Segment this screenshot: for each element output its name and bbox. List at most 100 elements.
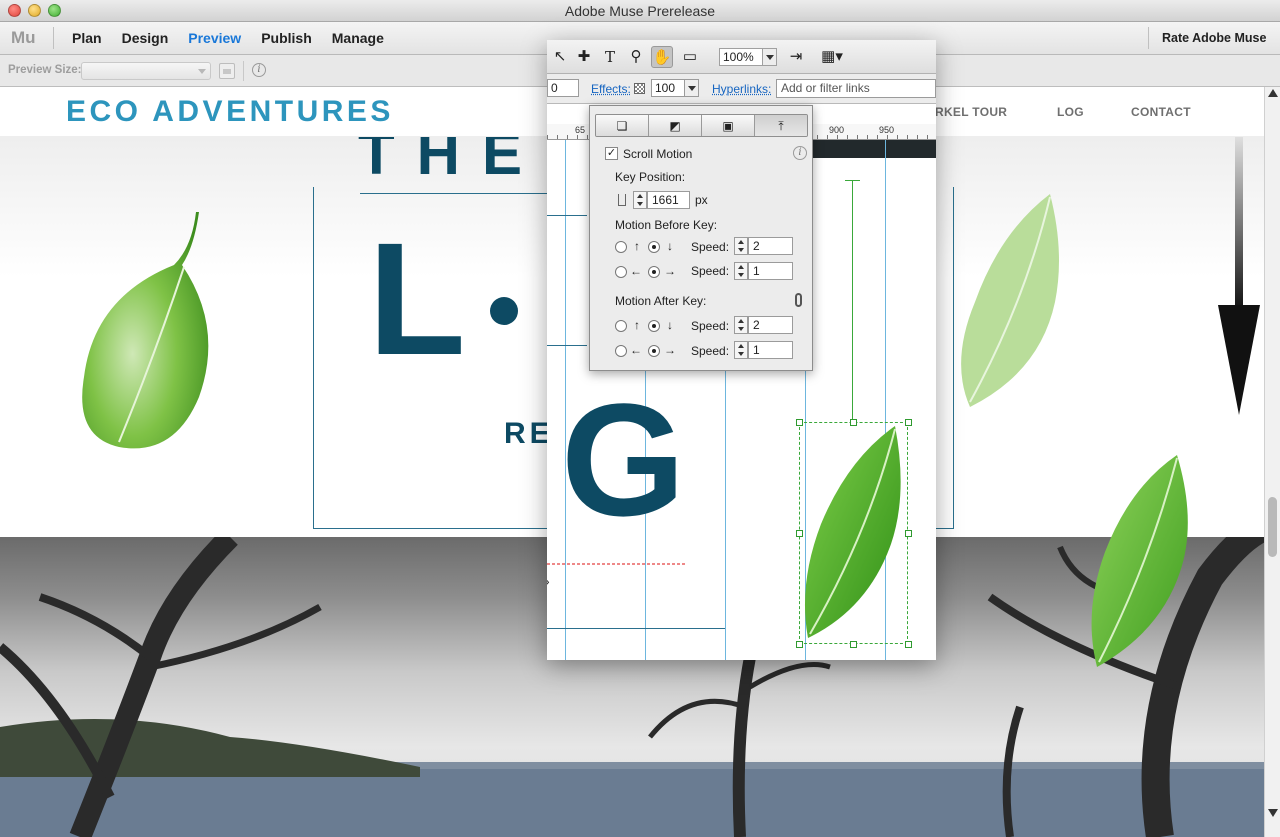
- site-nav-log[interactable]: LOG: [1057, 105, 1084, 119]
- ruler-tick: 950: [879, 125, 895, 135]
- site-nav-tour[interactable]: RKEL TOUR: [935, 105, 1007, 119]
- speed-stepper[interactable]: [734, 316, 748, 334]
- effects-bar: 0 Effects: 100 Hyperlinks: Add or filter…: [547, 74, 936, 104]
- resize-handle[interactable]: [905, 530, 912, 537]
- rectangle-tool-icon[interactable]: ▭: [679, 46, 701, 68]
- speed-label: Speed:: [691, 264, 730, 278]
- zoom-select[interactable]: 100%: [719, 48, 777, 66]
- tools-toolbar: ↖ ✚ T ⚲ ✋ ▭ 100% ⇥ ▦▾: [547, 40, 936, 74]
- arrow-up-icon: ↑: [634, 239, 640, 253]
- site-nav-contact[interactable]: CONTACT: [1131, 105, 1191, 119]
- preview-size-label: Preview Size:: [8, 64, 82, 76]
- before-horizontal-radio-b[interactable]: [648, 266, 660, 278]
- speed-stepper[interactable]: [734, 262, 748, 280]
- opacity-value: 100: [655, 81, 676, 95]
- resize-handle[interactable]: [850, 419, 857, 426]
- site-logo[interactable]: ECO ADVENTURES: [66, 95, 394, 129]
- before-horizontal-radio-a[interactable]: [615, 266, 627, 278]
- window-title: Adobe Muse Prerelease: [564, 3, 716, 19]
- hero-dot: [490, 297, 518, 325]
- arrow-right-icon: →: [664, 264, 676, 278]
- resize-handle[interactable]: [796, 419, 803, 426]
- opacity-field[interactable]: 100: [651, 79, 699, 97]
- muse-logo: Mu: [11, 28, 36, 47]
- nav-publish[interactable]: Publish: [261, 30, 312, 46]
- info-icon[interactable]: i: [793, 146, 807, 160]
- tab-glow[interactable]: ▣: [702, 115, 755, 136]
- after-horizontal-speed-input[interactable]: 1: [748, 341, 793, 359]
- tab-drop-shadow[interactable]: ❏: [596, 115, 649, 136]
- divider: [547, 345, 587, 346]
- shadow-icon: ❏: [616, 119, 628, 133]
- speed-label: Speed:: [691, 240, 730, 254]
- speed-stepper[interactable]: [734, 341, 748, 359]
- zoom-tool-icon[interactable]: ⚲: [625, 46, 647, 68]
- after-horizontal-radio-a[interactable]: [615, 345, 627, 357]
- link-icon[interactable]: [795, 293, 802, 307]
- arrow-left-icon: ←: [630, 343, 642, 357]
- arrow-down-icon: ↓: [667, 318, 673, 332]
- scroll-up-arrow-icon[interactable]: [1268, 89, 1278, 97]
- arrow-left-icon: ←: [630, 264, 642, 278]
- chevron-right-icon: ›: [547, 573, 550, 589]
- key-position-unit: px: [695, 193, 708, 207]
- before-vertical-radio-b[interactable]: [648, 241, 660, 253]
- bevel-icon: ◩: [669, 119, 681, 133]
- ruler-tick: 900: [829, 125, 845, 135]
- resize-handle[interactable]: [905, 419, 912, 426]
- after-vertical-radio-b[interactable]: [648, 320, 660, 332]
- hand-tool-icon[interactable]: ✋: [651, 46, 673, 68]
- after-vertical-radio-a[interactable]: [615, 320, 627, 332]
- effects-link[interactable]: Effects:: [591, 82, 631, 96]
- info-icon[interactable]: i: [252, 63, 266, 77]
- chevron-down-icon: [762, 49, 776, 65]
- divider: [243, 61, 244, 81]
- effect-tabs: ❏ ◩ ▣ ⤒: [595, 114, 808, 137]
- position-field[interactable]: 0: [547, 79, 579, 97]
- hero-letter-l: L: [368, 209, 466, 388]
- crop-tool-icon[interactable]: ✚: [573, 46, 595, 68]
- nav-design[interactable]: Design: [122, 30, 169, 46]
- rotate-icon[interactable]: [219, 63, 235, 79]
- leaf-image-right-faded: [961, 194, 1059, 407]
- divider: [547, 215, 587, 216]
- place-icon[interactable]: ⇥: [785, 46, 807, 68]
- mode-nav: Plan Design Preview Publish Manage: [72, 30, 404, 46]
- selection-tool-icon[interactable]: ↖: [549, 46, 571, 68]
- resize-handle[interactable]: [796, 530, 803, 537]
- after-vertical-speed-input[interactable]: 2: [748, 316, 793, 334]
- resize-handle[interactable]: [796, 641, 803, 648]
- key-position-icon: [618, 194, 626, 206]
- after-horizontal-radio-b[interactable]: [648, 345, 660, 357]
- scroll-down-button-icon[interactable]: [1268, 809, 1278, 817]
- before-vertical-radio-a[interactable]: [615, 241, 627, 253]
- preview-size-select[interactable]: [81, 62, 211, 80]
- before-vertical-speed-input[interactable]: 2: [748, 237, 793, 255]
- widgets-icon[interactable]: ▦▾: [817, 46, 847, 68]
- nav-preview[interactable]: Preview: [188, 30, 241, 46]
- key-position-stepper[interactable]: [633, 191, 647, 209]
- rate-muse-link[interactable]: Rate Adobe Muse: [1162, 31, 1266, 45]
- speed-stepper[interactable]: [734, 237, 748, 255]
- resize-handle[interactable]: [850, 641, 857, 648]
- arrow-up-icon: ↑: [634, 318, 640, 332]
- opacity-icon: [634, 83, 645, 94]
- before-horizontal-speed-input[interactable]: 1: [748, 262, 793, 280]
- tab-bevel[interactable]: ◩: [649, 115, 702, 136]
- zoom-value: 100%: [723, 50, 754, 64]
- nav-manage[interactable]: Manage: [332, 30, 384, 46]
- chevron-down-icon: [198, 69, 206, 74]
- resize-handle[interactable]: [905, 641, 912, 648]
- scrollbar-thumb[interactable]: [1268, 497, 1277, 557]
- tab-scroll-motion[interactable]: ⤒: [755, 115, 807, 136]
- selection-bounding-box[interactable]: [799, 422, 908, 644]
- key-position-input[interactable]: 1661: [647, 191, 690, 209]
- vertical-scrollbar[interactable]: [1264, 87, 1280, 837]
- nav-plan[interactable]: Plan: [72, 30, 102, 46]
- scroll-motion-checkbox[interactable]: ✓: [605, 147, 618, 160]
- window-titlebar: Adobe Muse Prerelease: [0, 0, 1280, 22]
- hyperlinks-link[interactable]: Hyperlinks:: [712, 82, 771, 96]
- spellcheck-underline: [547, 563, 687, 565]
- hyperlinks-input[interactable]: Add or filter links: [776, 79, 936, 98]
- text-tool-icon[interactable]: T: [599, 46, 621, 68]
